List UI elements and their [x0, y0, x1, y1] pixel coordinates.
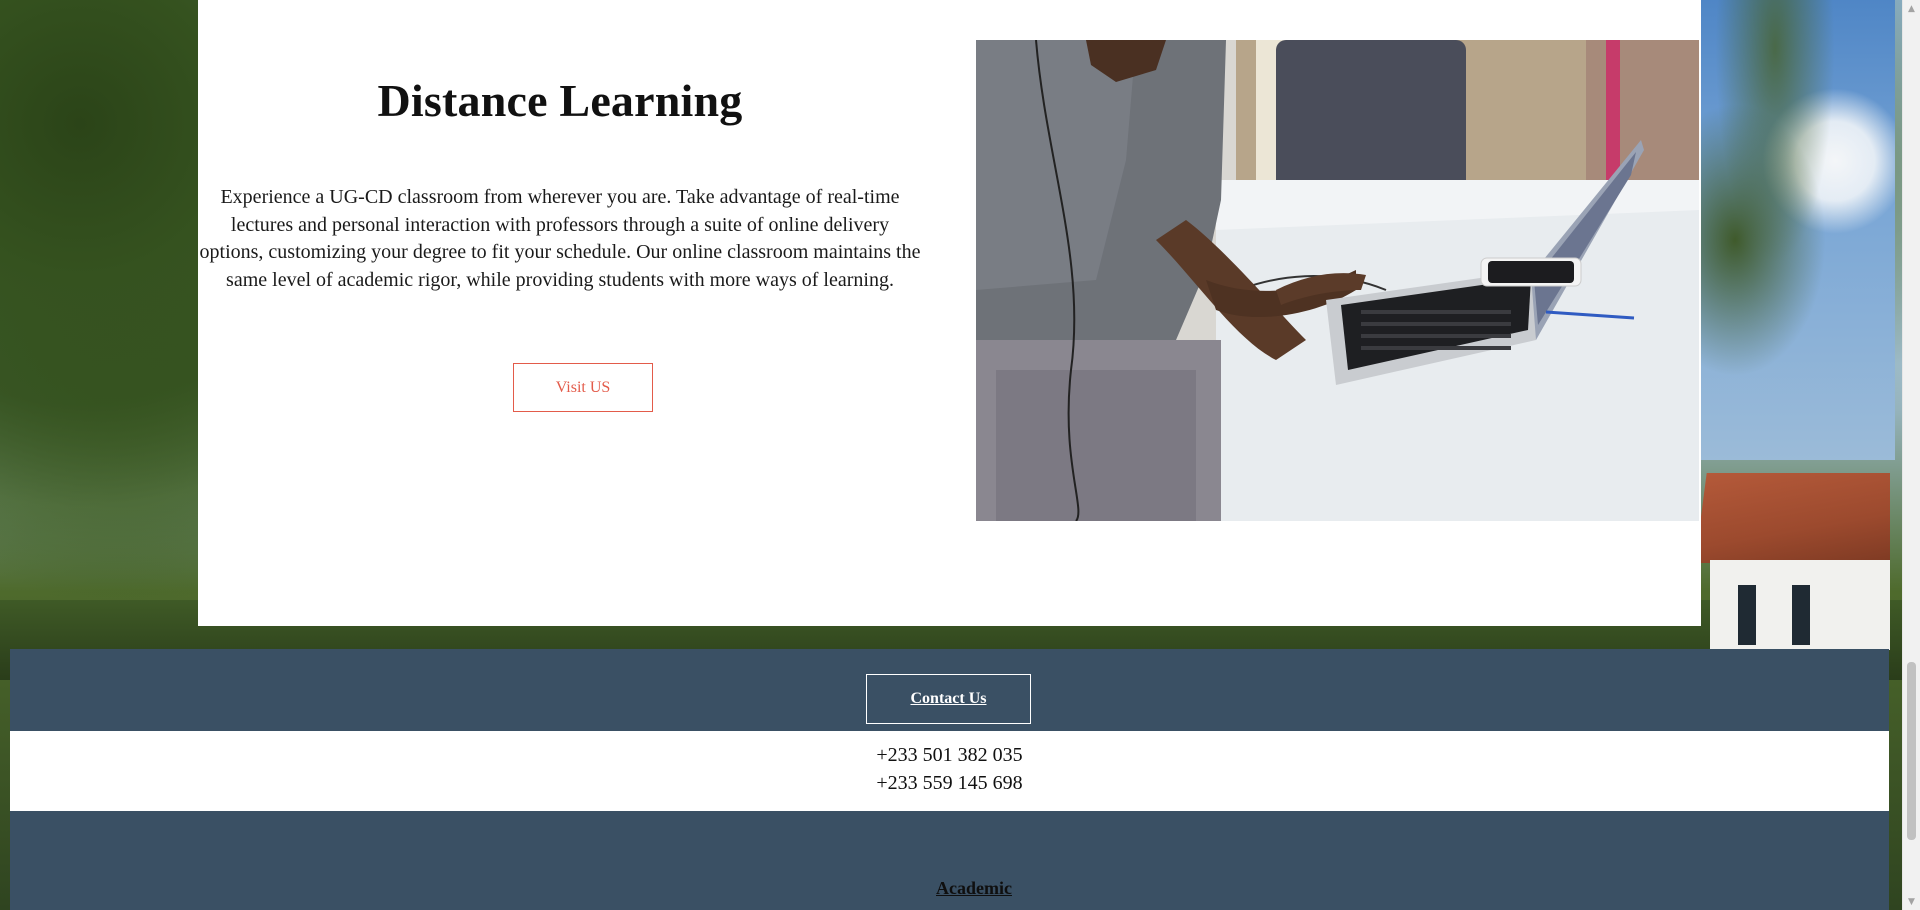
visit-us-button[interactable]: Visit US: [513, 363, 653, 412]
distance-learning-section: Distance Learning Experience a UG-CD cla…: [198, 0, 1701, 626]
phone-number-2: +233 559 145 698: [876, 772, 1023, 794]
phone-number-1: +233 501 382 035: [876, 744, 1023, 766]
contact-us-button[interactable]: Contact Us: [866, 674, 1031, 724]
section-heading: Distance Learning: [377, 75, 743, 126]
scrollbar-thumb[interactable]: [1907, 662, 1916, 840]
section-description: Experience a UG-CD classroom from wherev…: [199, 186, 921, 291]
academic-link[interactable]: Academic: [10, 878, 1920, 899]
footer-links-bar: Academic: [10, 811, 1889, 910]
scroll-down-icon[interactable]: ▼: [1903, 893, 1920, 910]
phone-numbers: +233 501 382 035 +233 559 145 698: [10, 731, 1889, 811]
student-laptop-photo: [976, 40, 1699, 521]
footer-contact-bar: Contact Us: [10, 649, 1889, 731]
page-scrollbar[interactable]: ▲ ▼: [1902, 0, 1920, 910]
scroll-up-icon[interactable]: ▲: [1903, 0, 1920, 17]
page: Distance Learning Experience a UG-CD cla…: [0, 0, 1920, 910]
